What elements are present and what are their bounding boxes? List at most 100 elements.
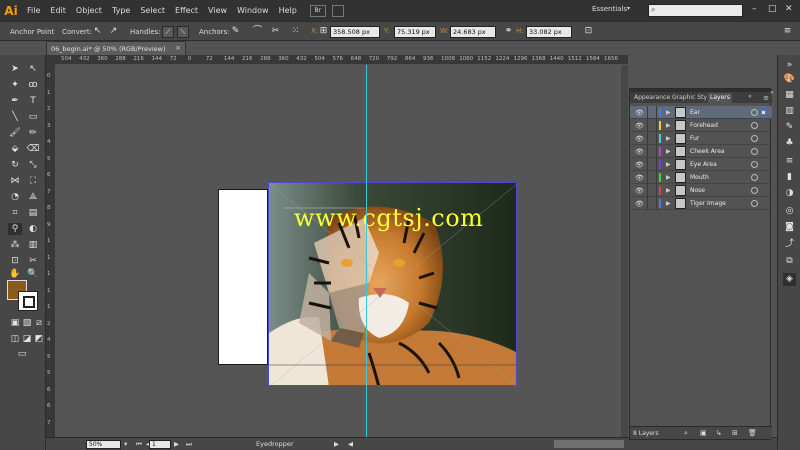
selection-indicator[interactable] — [761, 110, 766, 115]
layer-name[interactable]: Mouth — [690, 174, 709, 181]
status-menu-icon[interactable]: ▶ — [334, 440, 339, 448]
layer-name[interactable]: Cheek Area — [690, 148, 725, 155]
lock-toggle[interactable] — [647, 197, 657, 210]
zoom-field[interactable]: 50% — [86, 440, 121, 449]
menu-effect[interactable]: Effect — [170, 0, 203, 21]
cut-path-icon[interactable]: ✂ — [270, 26, 281, 37]
perspective-grid-tool-icon[interactable]: ⟁ — [26, 191, 40, 203]
tab-layers[interactable]: Layers — [708, 93, 732, 103]
selection-indicator[interactable] — [761, 188, 766, 193]
target-icon[interactable] — [751, 161, 758, 168]
rectangle-tool-icon[interactable]: ▭ — [26, 111, 40, 123]
layer-row[interactable]: 👁 ▶ Eye Area — [630, 158, 772, 171]
menu-file[interactable]: File — [22, 0, 45, 21]
horizontal-scrollbar-thumb[interactable] — [554, 440, 624, 448]
dock-collapse-icon[interactable]: « — [770, 89, 774, 96]
brushes-icon[interactable]: ✎ — [783, 121, 796, 134]
mesh-tool-icon[interactable]: ⌗ — [8, 207, 22, 219]
zoom-tool-icon[interactable]: 🔍 — [26, 268, 40, 280]
tab-graphic-styles[interactable]: Graphic Sty — [670, 93, 709, 103]
blend-tool-icon[interactable]: ◐ — [26, 223, 40, 235]
remove-anchor-icon[interactable]: ✎ — [230, 26, 241, 37]
workspace-switcher[interactable]: Essentials — [592, 5, 627, 13]
target-icon[interactable] — [751, 174, 758, 181]
selection-indicator[interactable] — [761, 175, 766, 180]
layer-row[interactable]: 👁 ▶ Nose — [630, 184, 772, 197]
eye-icon[interactable]: 👁 — [635, 200, 644, 208]
h-field[interactable]: 33.082 px — [526, 26, 572, 38]
pen-tool-icon[interactable]: ✒ — [8, 95, 22, 107]
rotate-tool-icon[interactable]: ↻ — [8, 159, 22, 171]
isolate-icon[interactable]: ⁙ — [290, 26, 301, 37]
page-field[interactable]: 1 — [149, 440, 171, 449]
artboards-icon[interactable]: ⧉ — [783, 255, 796, 268]
selection-tool-icon[interactable]: ➤ — [8, 63, 22, 75]
canvas[interactable]: www.cgtsj.com — [56, 65, 628, 437]
menu-window[interactable]: Window — [232, 0, 274, 21]
symbols-icon[interactable]: ♣ — [783, 137, 796, 150]
link-icon[interactable]: ⚭ — [503, 26, 514, 37]
panel-menu-icon[interactable]: ≡ — [763, 94, 769, 102]
last-page-icon[interactable]: ⏭ — [186, 440, 192, 449]
layer-row[interactable]: 👁 ▶ Ear — [630, 106, 772, 119]
expand-arrow-icon[interactable]: ▶ — [666, 187, 671, 194]
draw-inside-icon[interactable]: ◩ — [32, 333, 46, 345]
paintbrush-tool-icon[interactable]: 🖌 — [8, 127, 22, 139]
menu-type[interactable]: Type — [107, 0, 135, 21]
column-graph-tool-icon[interactable]: ▥ — [26, 239, 40, 251]
target-icon[interactable] — [751, 148, 758, 155]
layers-icon[interactable]: ◈ — [783, 273, 796, 286]
menu-object[interactable]: Object — [71, 0, 107, 21]
x-field[interactable]: 358.508 px — [330, 26, 380, 38]
color-guide-icon[interactable]: ▦ — [783, 89, 796, 102]
target-icon[interactable] — [751, 200, 758, 207]
vertical-ruler[interactable]: 0 1 2 3 4 5 6 7 8 9 1 1 1 1 1 2 4 5 5 6 6 7 — [46, 65, 56, 437]
color-panel-icon[interactable]: 🎨 — [783, 73, 796, 86]
lock-toggle[interactable] — [647, 132, 657, 145]
scroll-left-icon[interactable]: ◀ — [348, 440, 353, 448]
pencil-tool-icon[interactable]: ✏ — [26, 127, 40, 139]
align-grid-icon[interactable]: ⊞ — [318, 26, 329, 37]
lock-toggle[interactable] — [647, 184, 657, 197]
panel-options-icon[interactable]: ≡ — [782, 26, 793, 37]
target-icon[interactable] — [751, 135, 758, 142]
maximize-icon[interactable]: □ — [768, 4, 777, 14]
expand-arrow-icon[interactable]: ▶ — [666, 174, 671, 181]
layer-row[interactable]: 👁 ▶ Forehead — [630, 119, 772, 132]
shape-builder-tool-icon[interactable]: ◔ — [8, 191, 22, 203]
eye-icon[interactable]: 👁 — [635, 109, 644, 117]
layer-name[interactable]: Tiger Image — [690, 200, 726, 207]
graphic-styles-icon[interactable]: ◙ — [783, 221, 796, 234]
vertical-guide[interactable] — [366, 65, 367, 437]
horizontal-ruler[interactable]: 504 432 360 288 216 144 72 0 72 144 216 288 360 432 50… — [56, 55, 628, 65]
eye-icon[interactable]: 👁 — [635, 122, 644, 130]
new-sublayer-icon[interactable]: ↳ — [716, 429, 722, 437]
menu-edit[interactable]: Edit — [45, 0, 71, 21]
transform-icon[interactable]: ⊡ — [583, 26, 594, 37]
target-icon[interactable] — [751, 109, 758, 116]
lock-toggle[interactable] — [647, 119, 657, 132]
make-clipping-mask-icon[interactable]: ▣ — [700, 429, 707, 437]
show-handles-icon[interactable]: ⟋ — [162, 26, 174, 38]
tab-appearance[interactable]: Appearance — [632, 93, 672, 103]
export-icon[interactable]: ⤴ — [783, 238, 796, 251]
first-page-icon[interactable]: ⏮ — [136, 440, 142, 449]
eye-icon[interactable]: 👁 — [635, 174, 644, 182]
layer-name[interactable]: Ear — [690, 109, 700, 116]
lasso-tool-icon[interactable]: ꝏ — [26, 79, 40, 91]
close-icon[interactable]: × — [175, 44, 181, 52]
ruler-origin[interactable] — [46, 55, 56, 65]
expand-arrow-icon[interactable]: ▶ — [666, 200, 671, 207]
close-icon[interactable]: ✕ — [785, 4, 793, 14]
convert-corner-icon[interactable]: ↖ — [92, 26, 103, 37]
width-tool-icon[interactable]: ⋈ — [8, 175, 22, 187]
scale-tool-icon[interactable]: ⤡ — [26, 159, 40, 171]
artboard[interactable] — [218, 189, 268, 365]
y-field[interactable]: 75.319 px — [394, 26, 436, 38]
new-layer-icon[interactable]: ⊞ — [732, 429, 738, 437]
free-transform-tool-icon[interactable]: ⛶ — [26, 175, 40, 187]
expand-arrow-icon[interactable]: ▶ — [666, 148, 671, 155]
connect-anchor-icon[interactable]: ⌒ — [252, 26, 263, 37]
symbol-sprayer-tool-icon[interactable]: ⁂ — [8, 239, 22, 251]
convert-smooth-icon[interactable]: ↗ — [108, 26, 119, 37]
